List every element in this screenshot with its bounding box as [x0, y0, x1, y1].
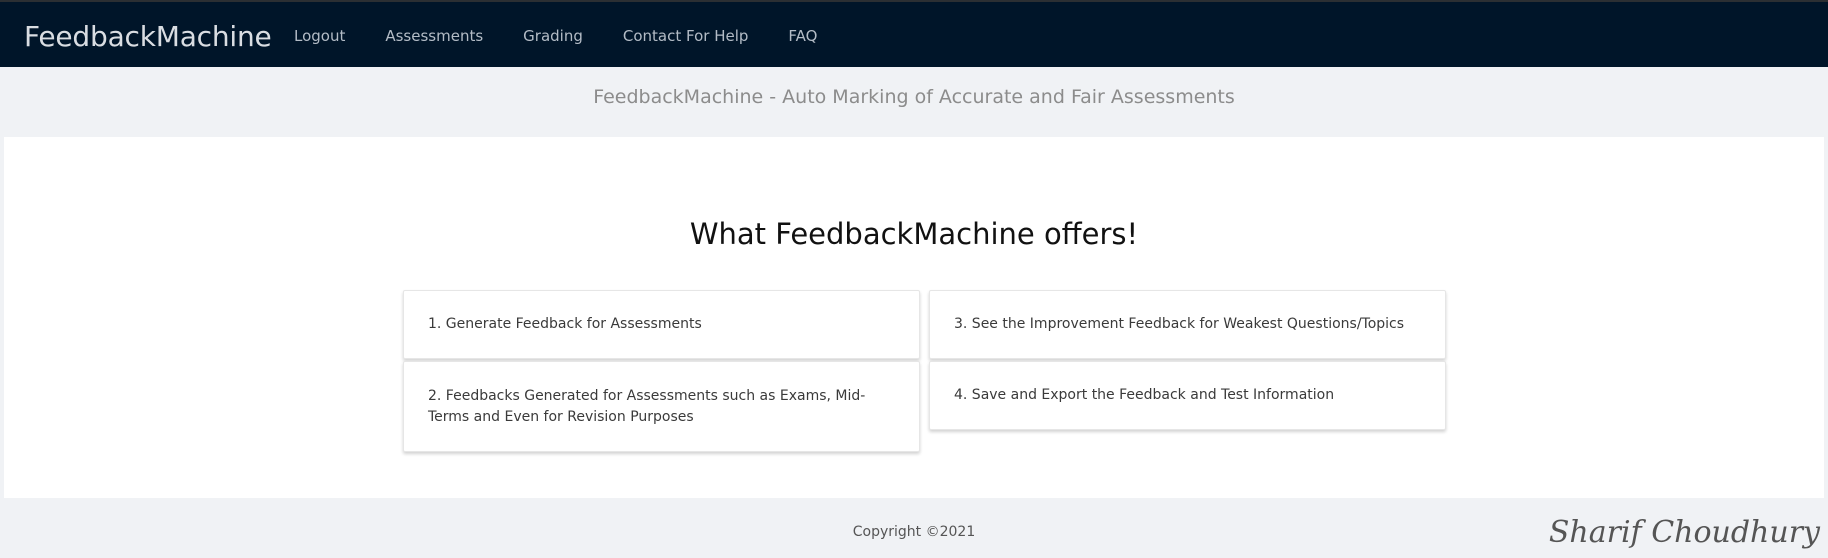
main-nav: Logout Assessments Grading Contact For H…	[274, 2, 857, 69]
offer-card-2-text: 2. Feedbacks Generated for Assessments s…	[428, 387, 866, 425]
offer-card-4-text: 4. Save and Export the Feedback and Test…	[954, 387, 1335, 403]
offer-card-4: 4. Save and Export the Feedback and Test…	[929, 361, 1446, 430]
nav-assessments[interactable]: Assessments	[385, 27, 483, 45]
main-content: What FeedbackMachine offers! 1. Generate…	[4, 137, 1824, 498]
offer-card-3-text: 3. See the Improvement Feedback for Weak…	[954, 316, 1405, 332]
nav-logout[interactable]: Logout	[294, 27, 345, 45]
offers-heading: What FeedbackMachine offers!	[689, 217, 1139, 251]
offer-card-1: 1. Generate Feedback for Assessments	[403, 290, 920, 359]
nav-grading[interactable]: Grading	[523, 27, 583, 45]
offer-card-3: 3. See the Improvement Feedback for Weak…	[929, 290, 1446, 359]
author-signature: Sharif Choudhury	[1548, 515, 1820, 550]
nav-contact-for-help[interactable]: Contact For Help	[623, 27, 749, 45]
top-navbar: FeedbackMachine Logout Assessments Gradi…	[0, 0, 1828, 67]
brand-logo[interactable]: FeedbackMachine	[24, 20, 272, 53]
nav-faq[interactable]: FAQ	[788, 27, 817, 45]
page-subtitle: FeedbackMachine - Auto Marking of Accura…	[593, 86, 1235, 108]
offer-card-1-text: 1. Generate Feedback for Assessments	[428, 316, 702, 332]
offer-card-2: 2. Feedbacks Generated for Assessments s…	[403, 361, 920, 452]
